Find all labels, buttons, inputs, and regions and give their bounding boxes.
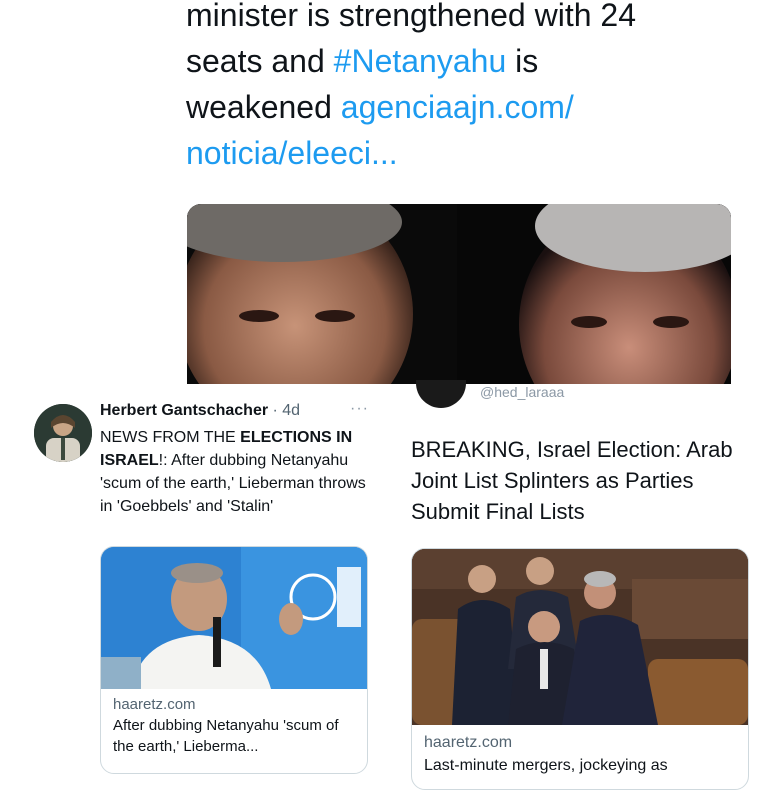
netanyahu-hashtag-link[interactable]: #Netanyahu: [334, 43, 507, 79]
tweet-body: NEWS FROM THE ELECTIONS IN ISRAEL!: Afte…: [100, 426, 380, 518]
card-domain: haaretz.com: [113, 696, 196, 713]
right-handle[interactable]: @hed_laraaa: [480, 384, 564, 400]
link-card-left[interactable]: haaretz.com After dubbing Netanyahu 'scu…: [100, 546, 368, 774]
tweet-body-pre: NEWS FROM THE: [100, 429, 241, 446]
two-faces-photo: [187, 204, 731, 384]
card-right-domain: haaretz.com: [424, 734, 513, 751]
link-card-image: [101, 547, 367, 689]
tweet-age[interactable]: 4d: [282, 402, 300, 419]
top-tweet-line-1: minister is strengthened with 24: [186, 0, 636, 33]
link-card-right[interactable]: haaretz.com Last-minute mergers, jockeyi…: [411, 548, 749, 790]
article-link-part-2[interactable]: noticia/eleeci...: [186, 130, 746, 176]
right-headline: BREAKING, Israel Election: Arab Joint Li…: [411, 437, 733, 524]
speaker-photo: [101, 547, 367, 689]
top-tweet-line-3: weakened agenciaajn.com/: [186, 84, 746, 130]
more-options-icon[interactable]: ···: [350, 400, 369, 418]
link-card-meta: haaretz.com After dubbing Netanyahu 'scu…: [113, 695, 363, 757]
link-card-right-image: [412, 549, 748, 725]
author-row: Herbert Gantschacher · 4d: [100, 402, 300, 420]
link-card-right-meta: haaretz.com Last-minute mergers, jockeyi…: [424, 733, 744, 775]
avatar[interactable]: [34, 404, 92, 462]
parliament-photo: [412, 549, 748, 725]
avatar-person-icon: [34, 404, 92, 462]
card-right-title: Last-minute mergers, jockeying as: [424, 757, 668, 774]
author-name[interactable]: Herbert Gantschacher: [100, 402, 268, 419]
top-tweet-image[interactable]: [187, 204, 731, 384]
top-tweet-line-3-pre: weakened: [186, 89, 341, 125]
article-link-part-1[interactable]: agenciaajn.com/: [341, 89, 574, 125]
top-tweet-line-2-pre: seats and: [186, 43, 334, 79]
separator-dot: ·: [268, 402, 283, 419]
top-tweet-line-2-post: is: [506, 43, 539, 79]
card-title: After dubbing Netanyahu 'scum of the ear…: [113, 717, 339, 755]
top-tweet-line-2: seats and #Netanyahu is: [186, 38, 746, 84]
top-tweet-text: minister is strengthened with 24 seats a…: [186, 0, 746, 176]
